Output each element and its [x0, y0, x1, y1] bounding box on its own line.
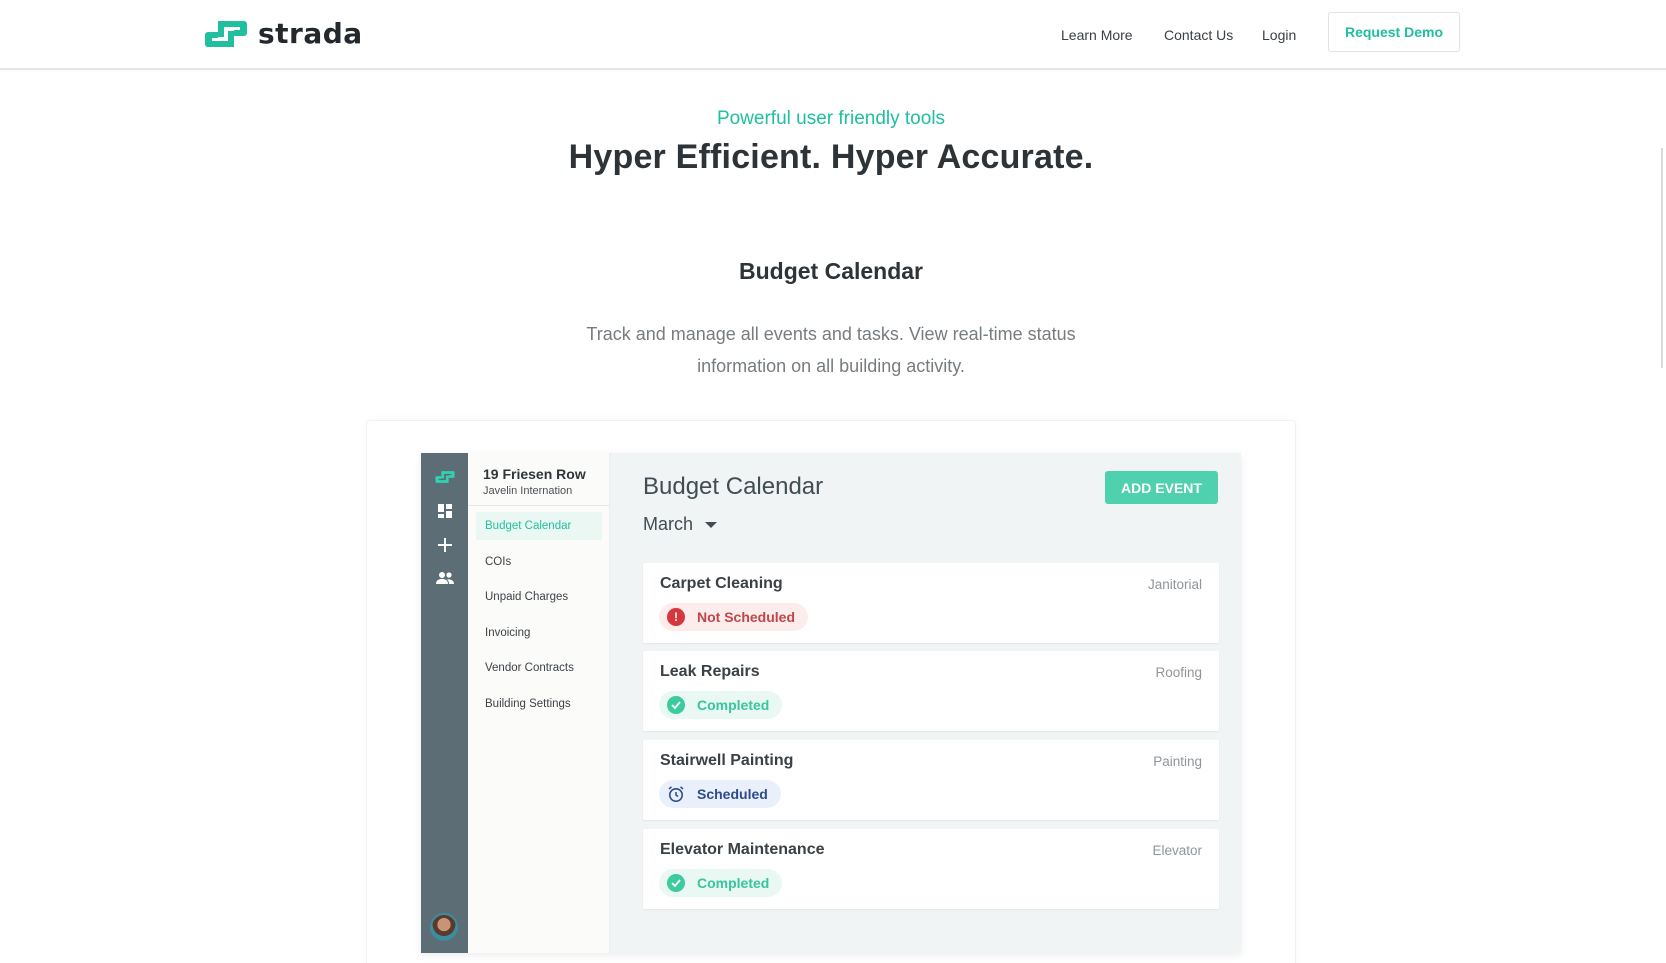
status-badge: Completed	[659, 691, 783, 719]
event-category: Roofing	[1155, 665, 1202, 680]
month-label: March	[643, 514, 694, 534]
status-label: Not Scheduled	[697, 609, 796, 625]
menu-item-unpaid-charges[interactable]: Unpaid Charges	[476, 583, 602, 611]
event-category: Painting	[1153, 754, 1202, 769]
divider	[468, 505, 609, 506]
status-label: Completed	[697, 875, 770, 891]
status-label: Scheduled	[697, 786, 768, 802]
strada-logo[interactable]: strada	[204, 17, 363, 50]
add-event-button[interactable]: ADD EVENT	[1105, 471, 1218, 504]
event-card[interactable]: Elevator Maintenance Elevator Completed	[643, 829, 1219, 909]
check-icon	[667, 874, 685, 892]
menu-item-budget-calendar[interactable]: Budget Calendar	[476, 512, 602, 540]
event-title: Stairwell Painting	[660, 752, 794, 769]
menu-item-invoicing[interactable]: Invoicing	[476, 619, 602, 647]
check-icon	[667, 696, 685, 714]
event-card[interactable]: Leak Repairs Roofing Completed	[643, 651, 1219, 731]
event-title: Carpet Cleaning	[660, 575, 783, 592]
alert-icon: !	[667, 608, 685, 626]
event-title: Elevator Maintenance	[660, 841, 825, 858]
app-preview: 19 Friesen Row Javelin Internation Budge…	[421, 453, 1241, 953]
event-card[interactable]: Carpet Cleaning Janitorial ! Not Schedul…	[643, 563, 1219, 643]
nav-learn-more[interactable]: Learn More	[1061, 27, 1133, 43]
month-selector[interactable]: March	[643, 514, 718, 535]
menu-item-building-settings[interactable]: Building Settings	[476, 690, 602, 718]
nav-contact-us[interactable]: Contact Us	[1164, 27, 1233, 43]
building-name: 19 Friesen Row	[483, 466, 586, 482]
people-icon[interactable]	[435, 568, 455, 588]
event-category: Elevator	[1152, 843, 1202, 858]
status-badge: ! Not Scheduled	[659, 603, 809, 631]
strada-logo-icon	[205, 20, 247, 47]
feature-description: Track and manage all events and tasks. V…	[586, 324, 1076, 376]
status-label: Completed	[697, 697, 770, 713]
hero-headline: Hyper Efficient. Hyper Accurate.	[568, 138, 1094, 176]
status-badge: Completed	[659, 869, 783, 897]
logo-wordmark: strada	[258, 17, 363, 50]
add-icon[interactable]	[435, 535, 455, 555]
menu-item-cois[interactable]: COIs	[476, 548, 602, 576]
status-badge: Scheduled	[659, 780, 781, 808]
event-category: Janitorial	[1147, 577, 1202, 592]
building-org: Javelin Internation	[483, 485, 573, 497]
dashboard-icon[interactable]	[435, 501, 455, 521]
icon-rail	[421, 453, 468, 953]
menu-item-vendor-contracts[interactable]: Vendor Contracts	[476, 654, 602, 682]
nav-login[interactable]: Login	[1262, 27, 1296, 43]
user-avatar[interactable]	[430, 913, 458, 941]
page-title: Budget Calendar	[643, 473, 824, 500]
caret-down-icon	[705, 521, 718, 528]
event-title: Leak Repairs	[660, 663, 760, 680]
alarm-clock-icon	[667, 785, 685, 803]
strada-logo-icon[interactable]	[435, 467, 455, 487]
hero-kicker: Powerful user friendly tools	[716, 108, 946, 129]
event-card[interactable]: Stairwell Painting Painting Scheduled	[643, 740, 1219, 820]
building-menu: 19 Friesen Row Javelin Internation Budge…	[468, 453, 610, 953]
feature-title: Budget Calendar	[738, 258, 924, 284]
top-navbar: strada Learn More Contact Us Login Reque…	[0, 0, 1666, 70]
request-demo-button[interactable]: Request Demo	[1328, 12, 1460, 52]
